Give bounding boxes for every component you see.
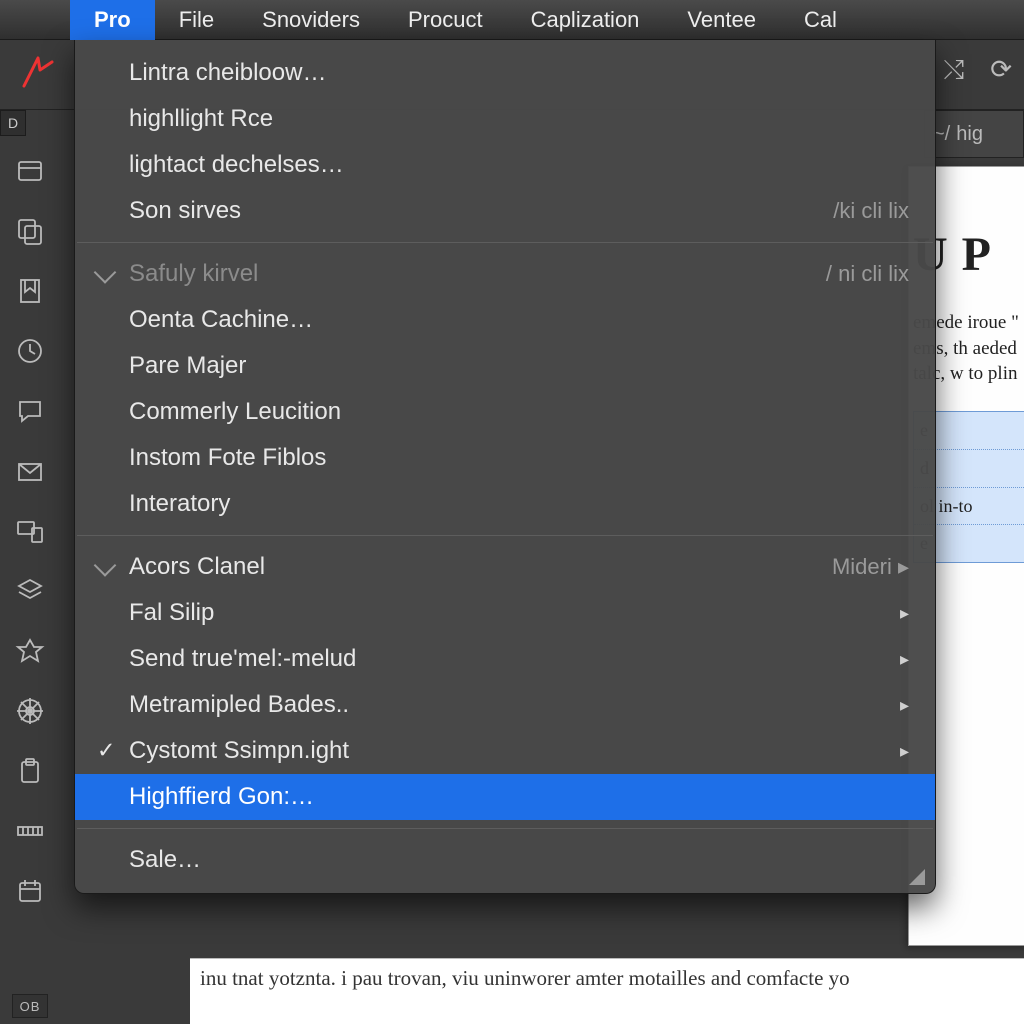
submenu-arrow-icon: ▸ (900, 695, 909, 716)
breadcrumb-text: hig (956, 123, 983, 146)
menu-ventee[interactable]: Ventee (663, 0, 780, 40)
menu-item[interactable]: Sale… (75, 837, 935, 883)
menu-item[interactable]: Metramipled Bades..▸ (75, 682, 935, 728)
menu-item[interactable]: Send true'mel:-melud▸ (75, 636, 935, 682)
breadcrumb[interactable]: ~/ hig (924, 110, 1024, 158)
files-icon[interactable] (13, 214, 47, 248)
layers-icon[interactable] (13, 574, 47, 608)
menu-item[interactable]: Safuly kirvel/ ni cli lix (75, 251, 935, 297)
menu-pro[interactable]: Pro (70, 0, 155, 40)
swap-icon[interactable]: ⤭ (943, 54, 964, 86)
clipboard-icon[interactable] (13, 754, 47, 788)
extensions-icon[interactable] (13, 634, 47, 668)
ruler-icon[interactable] (13, 814, 47, 848)
menu-separator (77, 828, 933, 829)
bookmark-icon[interactable] (13, 274, 47, 308)
menu-item[interactable]: Interatory (75, 481, 935, 527)
gutter-label-d: D (0, 110, 26, 136)
menu-item[interactable]: Lintra cheibloow… (75, 50, 935, 96)
menu-separator (77, 242, 933, 243)
menu-file[interactable]: File (155, 0, 238, 40)
menu-separator (77, 535, 933, 536)
menu-caplization[interactable]: Caplization (507, 0, 664, 40)
shortcut: /ki cli lix (833, 198, 909, 224)
project-icon[interactable] (13, 154, 47, 188)
settings-icon[interactable] (13, 694, 47, 728)
menu-item[interactable]: Commerly Leucition (75, 389, 935, 435)
menu-item-highlighted[interactable]: Highffierd Gon:… (75, 774, 935, 820)
mail-icon[interactable] (13, 454, 47, 488)
menu-item[interactable]: Fal Silip▸ (75, 590, 935, 636)
menu-cal[interactable]: Cal (780, 0, 861, 40)
ob-badge: OB (12, 994, 48, 1018)
menu-procuct[interactable]: Procuct (384, 0, 507, 40)
menu-item[interactable]: Son sirves/ki cli lix (75, 188, 935, 234)
history-icon[interactable] (13, 334, 47, 368)
submenu-arrow-icon: ▸ (900, 741, 909, 762)
app-logo-icon (18, 52, 58, 92)
menu-item[interactable]: lightact dechelses… (75, 142, 935, 188)
menu-item[interactable]: Oenta Cachine… (75, 297, 935, 343)
shortcut: Mideri ▸ (832, 554, 909, 580)
menu-item[interactable]: Acors ClanelMideri ▸ (75, 544, 935, 590)
submenu-arrow-icon: ▸ (900, 603, 909, 624)
left-toolstrip (0, 136, 60, 1024)
submenu-arrow-icon: ▸ (900, 649, 909, 670)
shortcut: / ni cli lix (826, 261, 909, 287)
menu-snoviders[interactable]: Snoviders (238, 0, 384, 40)
menu-item[interactable]: highllight Rce (75, 96, 935, 142)
calendar-icon[interactable] (13, 874, 47, 908)
menubar: Pro File Snoviders Procuct Caplization V… (0, 0, 1024, 40)
refresh-icon[interactable]: ⟳ (990, 54, 1012, 86)
pro-menu-dropdown: Lintra cheibloow… highllight Rce lightac… (74, 40, 936, 894)
menu-item[interactable]: Cystomt Ssimpn.ight▸ (75, 728, 935, 774)
chat-icon[interactable] (13, 394, 47, 428)
devices-icon[interactable] (13, 514, 47, 548)
menu-item[interactable]: Instom Fote Fiblos (75, 435, 935, 481)
page-caption: inu tnat yotznta. i pau trovan, viu unin… (190, 958, 1024, 1024)
menu-item[interactable]: Pare Majer (75, 343, 935, 389)
resize-grip-icon[interactable] (909, 869, 925, 885)
